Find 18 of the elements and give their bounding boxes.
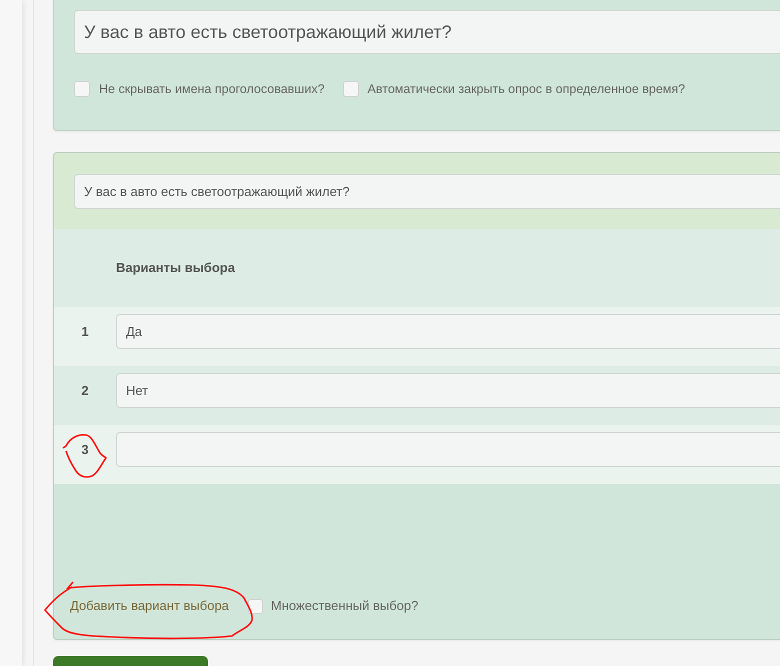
add-choice-button[interactable]: Добавить вариант выбора xyxy=(54,591,245,622)
question-field[interactable]: У вас в авто есть светоотражающий жилет? xyxy=(74,174,780,209)
row-number: 2 xyxy=(81,382,89,400)
action-button[interactable] xyxy=(53,656,208,666)
checkbox-label: Множественный выбор? xyxy=(270,597,418,616)
checkbox[interactable] xyxy=(74,81,90,98)
choice-field[interactable]: Да xyxy=(116,314,780,349)
question-field[interactable]: У вас в авто есть светоотражающий жилет? xyxy=(74,10,780,54)
choices-heading: Варианты выбора xyxy=(116,259,235,278)
checkbox-label: Автоматически закрыть опрос в определенное время? xyxy=(368,81,686,98)
checkbox[interactable] xyxy=(248,598,263,614)
hand-drawn-loop xyxy=(62,433,108,479)
choice-field[interactable]: Нет xyxy=(116,372,780,408)
row-number: 1 xyxy=(81,322,89,341)
checkbox[interactable] xyxy=(342,81,359,98)
checkbox-label: Не скрывать имена проголосовавших? xyxy=(99,81,325,98)
row-number: 3 xyxy=(81,440,89,459)
choice-field[interactable] xyxy=(116,432,780,467)
